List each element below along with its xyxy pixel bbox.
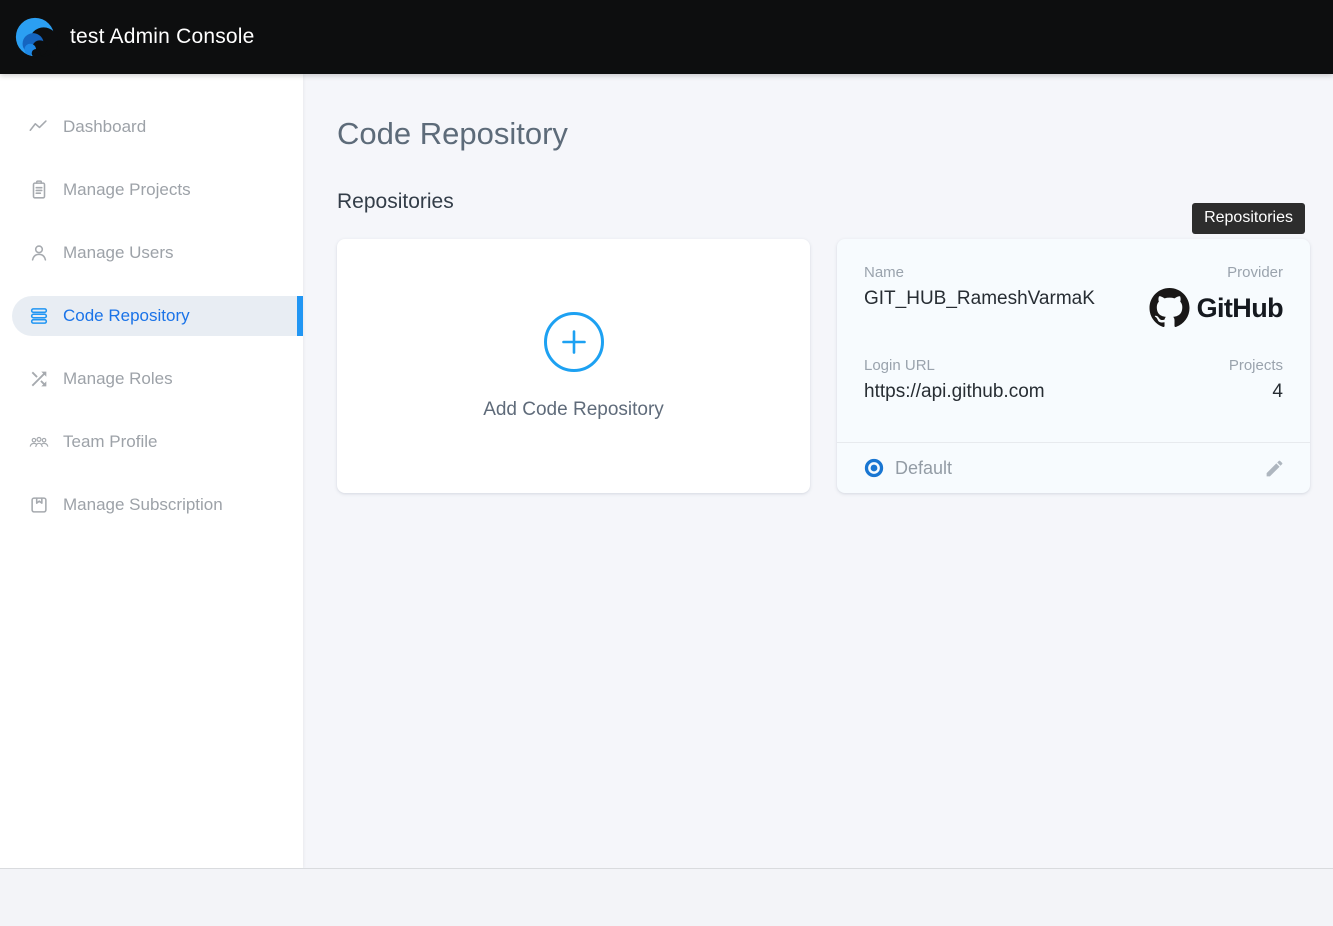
provider-label: Provider: [1149, 264, 1283, 281]
sidebar-item-manage-projects[interactable]: Manage Projects: [12, 170, 303, 210]
sidebar-item-code-repository[interactable]: Code Repository: [12, 296, 303, 336]
sidebar-item-manage-roles[interactable]: Manage Roles: [12, 359, 303, 399]
edit-pencil-icon: [1264, 458, 1285, 479]
timeline-icon: [28, 116, 50, 138]
people-group-icon: [28, 431, 50, 453]
github-mark-icon: [1149, 288, 1190, 328]
sidebar-nav: Dashboard Manage Projects Manage Users: [0, 74, 303, 868]
repo-projects-field: Projects 4: [1229, 357, 1283, 403]
repo-login-url-field: Login URL https://api.github.com: [864, 357, 1045, 403]
app-header: test Admin Console: [0, 0, 1333, 74]
shuffle-icon: [28, 368, 50, 390]
repositories-tooltip: Repositories: [1192, 203, 1305, 234]
repo-provider-field: Provider GitHub: [1149, 264, 1283, 328]
sidebar-item-label: Manage Projects: [63, 180, 191, 200]
section-heading: Repositories: [337, 189, 1310, 215]
projects-count: 4: [1229, 381, 1283, 403]
active-indicator-bar: [297, 296, 303, 336]
sidebar-item-manage-subscription[interactable]: Manage Subscription: [12, 485, 303, 525]
main-content: Code Repository Repositories Repositorie…: [303, 74, 1333, 868]
repository-card-footer: Default: [837, 442, 1310, 493]
sidebar-item-label: Manage Roles: [63, 369, 173, 389]
repo-name-value: GIT_HUB_RameshVarmaK: [864, 288, 1095, 310]
edit-repository-button[interactable]: [1262, 456, 1286, 480]
sidebar-item-manage-users[interactable]: Manage Users: [12, 233, 303, 273]
sidebar-item-label: Team Profile: [63, 432, 157, 452]
sidebar-item-label: Manage Users: [63, 243, 174, 263]
sidebar-item-label: Dashboard: [63, 117, 146, 137]
plus-circle-icon: [543, 311, 605, 373]
stack-icon: [28, 305, 50, 327]
login-url-value: https://api.github.com: [864, 381, 1045, 403]
name-label: Name: [864, 264, 1095, 281]
sidebar-item-dashboard[interactable]: Dashboard: [12, 107, 303, 147]
github-logo: GitHub: [1149, 288, 1283, 328]
default-radio-group[interactable]: Default: [863, 457, 952, 479]
wave-logo-icon: [13, 14, 59, 60]
repository-card-body: Name GIT_HUB_RameshVarmaK Provider GitHu…: [837, 239, 1310, 442]
radio-selected-icon[interactable]: [863, 457, 885, 479]
app-title: test Admin Console: [70, 25, 255, 49]
repository-card: Name GIT_HUB_RameshVarmaK Provider GitHu…: [837, 239, 1310, 493]
sidebar-item-label: Code Repository: [63, 306, 190, 326]
repositories-card-row: Add Code Repository Name GIT_HUB_RameshV…: [337, 239, 1310, 493]
person-icon: [28, 242, 50, 264]
page-footer-bar: [0, 868, 1333, 926]
add-card-label: Add Code Repository: [483, 399, 664, 421]
bookmark-square-icon: [28, 494, 50, 516]
clipboard-icon: [28, 179, 50, 201]
default-label: Default: [895, 458, 952, 479]
add-code-repository-card[interactable]: Add Code Repository: [337, 239, 810, 493]
page-title: Code Repository: [337, 116, 1310, 152]
sidebar-item-team-profile[interactable]: Team Profile: [12, 422, 303, 462]
login-url-label: Login URL: [864, 357, 1045, 374]
projects-label: Projects: [1229, 357, 1283, 374]
sidebar-item-label: Manage Subscription: [63, 495, 223, 515]
repo-name-field: Name GIT_HUB_RameshVarmaK: [864, 264, 1095, 328]
github-wordmark: GitHub: [1197, 293, 1283, 324]
